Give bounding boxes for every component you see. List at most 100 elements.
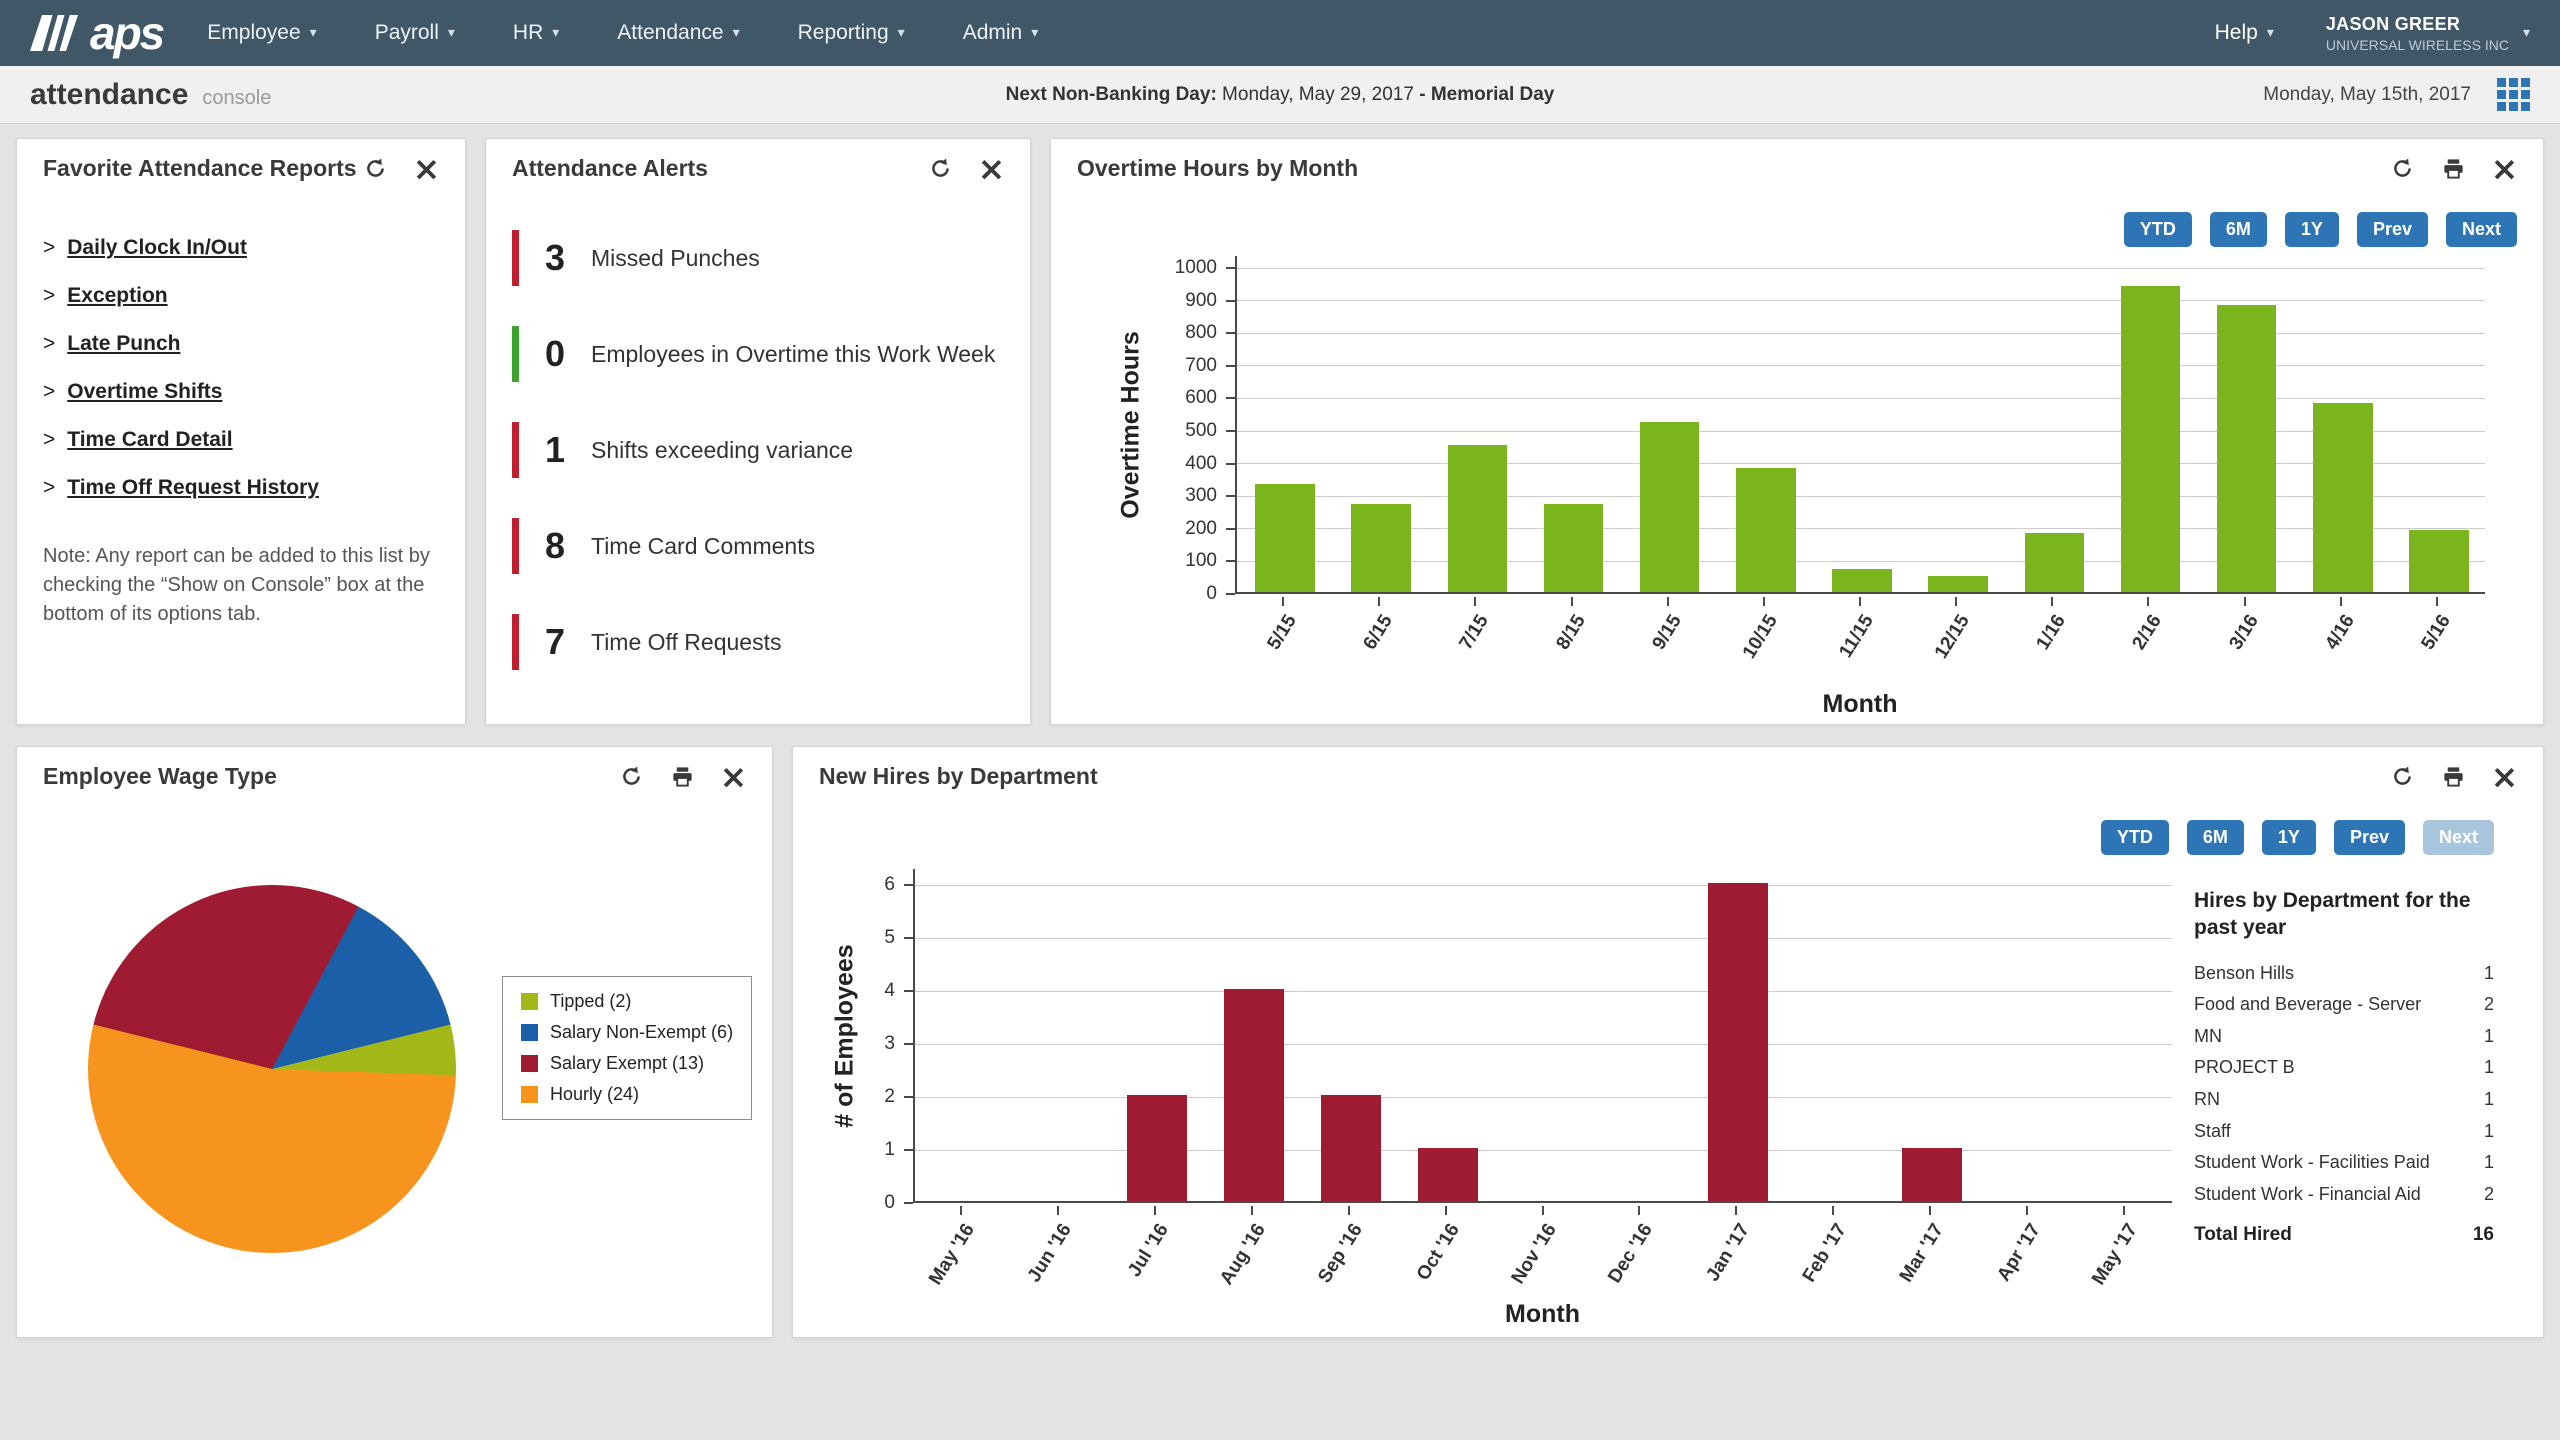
nav-item-attendance[interactable]: Attendance▾ <box>617 21 739 45</box>
alert-count: 0 <box>545 333 591 375</box>
nav-item-reporting[interactable]: Reporting▾ <box>798 21 905 45</box>
user-menu[interactable]: JASON GREER UNIVERSAL WIRELESS INC ▾ <box>2326 14 2530 53</box>
report-link[interactable]: Exception <box>67 284 167 308</box>
bar-1/16[interactable] <box>2025 533 2085 592</box>
bar-10/15[interactable] <box>1736 468 1796 592</box>
x-tick-label: Jan '17 <box>1657 1220 1755 1359</box>
bar-11/15[interactable] <box>1832 569 1892 592</box>
bar-6/15[interactable] <box>1351 504 1411 592</box>
bar-12/15[interactable] <box>1928 576 1988 592</box>
alert-item[interactable]: 0Employees in Overtime this Work Week <box>512 324 1004 384</box>
nav-item-admin[interactable]: Admin▾ <box>963 21 1039 45</box>
alert-item[interactable]: 3Missed Punches <box>512 228 1004 288</box>
chart-range-buttons: YTD 6M 1Y Prev Next <box>2124 212 2517 247</box>
refresh-icon[interactable] <box>619 764 644 789</box>
gridline <box>1237 561 2485 562</box>
range-button-ytd[interactable]: YTD <box>2124 212 2192 247</box>
favorite-report-item: > Time Off Request History <box>43 476 439 500</box>
report-link[interactable]: Overtime Shifts <box>67 380 222 404</box>
x-tick-label: Aug '16 <box>1172 1220 1270 1359</box>
refresh-icon[interactable] <box>2390 156 2415 181</box>
legend-label: Salary Exempt (13) <box>550 1053 704 1074</box>
wage-type-pie-chart[interactable] <box>88 885 456 1253</box>
alert-item[interactable]: 7Time Off Requests <box>512 612 1004 672</box>
nav-item-label: Payroll <box>375 21 439 45</box>
help-menu[interactable]: Help ▾ <box>2215 21 2274 45</box>
nav-item-hr[interactable]: HR▾ <box>513 21 559 45</box>
range-button-next[interactable]: Next <box>2446 212 2517 247</box>
refresh-icon[interactable] <box>363 156 388 181</box>
gridline <box>915 885 2172 886</box>
refresh-icon[interactable] <box>2390 764 2415 789</box>
chevron-down-icon: ▾ <box>552 25 559 41</box>
range-button-6m[interactable]: 6M <box>2187 820 2244 855</box>
alert-color-bar <box>512 422 519 478</box>
range-button-prev[interactable]: Prev <box>2357 212 2428 247</box>
bar-Aug '16[interactable] <box>1224 989 1284 1201</box>
nav-item-label: Employee <box>207 21 300 45</box>
report-link[interactable]: Time Off Request History <box>67 476 319 500</box>
nav-item-employee[interactable]: Employee▾ <box>207 21 316 45</box>
refresh-icon[interactable] <box>928 156 953 181</box>
x-tick-mark <box>1542 1206 1544 1215</box>
range-button-next[interactable]: Next <box>2423 820 2494 855</box>
aps-logo[interactable]: aps <box>30 10 163 56</box>
range-button-ytd[interactable]: YTD <box>2101 820 2169 855</box>
bar-5/16[interactable] <box>2409 530 2469 592</box>
console-subheader: attendance console Next Non-Banking Day:… <box>0 66 2560 124</box>
bar-Jul '16[interactable] <box>1127 1095 1187 1201</box>
department-name: Benson Hills <box>2194 963 2294 985</box>
range-button-1y[interactable]: 1Y <box>2285 212 2339 247</box>
x-tick-mark <box>1667 597 1669 606</box>
close-icon[interactable]: × <box>414 156 439 181</box>
nav-item-payroll[interactable]: Payroll▾ <box>375 21 455 45</box>
y-tick-label: 0 <box>1206 583 1217 605</box>
bar-Jan '17[interactable] <box>1708 883 1768 1201</box>
apps-grid-icon[interactable] <box>2497 78 2530 111</box>
bar-2/16[interactable] <box>2121 286 2181 592</box>
favorite-reports-list: >Daily Clock In/Out>Exception>Late Punch… <box>43 236 439 500</box>
bar-Sep '16[interactable] <box>1321 1095 1381 1201</box>
close-icon[interactable]: × <box>2492 156 2517 181</box>
bar-9/15[interactable] <box>1640 422 1700 592</box>
x-tick-mark <box>2123 1206 2125 1215</box>
arrow-icon: > <box>43 476 55 500</box>
y-tick-label: 5 <box>884 927 895 949</box>
chevron-down-icon: ▾ <box>733 25 740 41</box>
bar-4/16[interactable] <box>2313 403 2373 592</box>
print-icon[interactable] <box>670 764 695 789</box>
print-icon[interactable] <box>2441 156 2466 181</box>
y-tick-mark <box>1226 332 1235 334</box>
y-tick-mark <box>1226 365 1235 367</box>
range-button-prev[interactable]: Prev <box>2334 820 2405 855</box>
alerts-list: 3Missed Punches 0Employees in Overtime th… <box>486 198 1030 672</box>
bar-Oct '16[interactable] <box>1418 1148 1478 1201</box>
report-link[interactable]: Late Punch <box>67 332 180 356</box>
aps-flag-icon <box>30 14 78 52</box>
panel-favorite-reports: Favorite Attendance Reports × >Daily Clo… <box>16 138 466 725</box>
hires-table-row: PROJECT B1 <box>2194 1052 2494 1084</box>
arrow-icon: > <box>43 428 55 452</box>
panel-header: New Hires by Department × <box>793 747 2543 806</box>
y-tick-mark <box>1226 463 1235 465</box>
close-icon[interactable]: × <box>2492 764 2517 789</box>
range-button-1y[interactable]: 1Y <box>2262 820 2316 855</box>
x-tick-mark <box>1282 597 1284 606</box>
print-icon[interactable] <box>2441 764 2466 789</box>
close-icon[interactable]: × <box>979 156 1004 181</box>
bar-Mar '17[interactable] <box>1902 1148 1962 1201</box>
hires-table-total-row: Total Hired 16 <box>2194 1224 2494 1246</box>
alert-item[interactable]: 8Time Card Comments <box>512 516 1004 576</box>
user-company: UNIVERSAL WIRELESS INC <box>2326 37 2509 53</box>
report-link[interactable]: Daily Clock In/Out <box>67 236 247 260</box>
bar-3/16[interactable] <box>2217 305 2277 592</box>
hires-table-row: Benson Hills1 <box>2194 958 2494 990</box>
alert-item[interactable]: 1Shifts exceeding variance <box>512 420 1004 480</box>
range-button-6m[interactable]: 6M <box>2210 212 2267 247</box>
alert-count: 7 <box>545 621 591 663</box>
report-link[interactable]: Time Card Detail <box>67 428 232 452</box>
bar-8/15[interactable] <box>1544 504 1604 592</box>
bar-7/15[interactable] <box>1448 445 1508 592</box>
bar-5/15[interactable] <box>1255 484 1315 592</box>
close-icon[interactable]: × <box>721 764 746 789</box>
